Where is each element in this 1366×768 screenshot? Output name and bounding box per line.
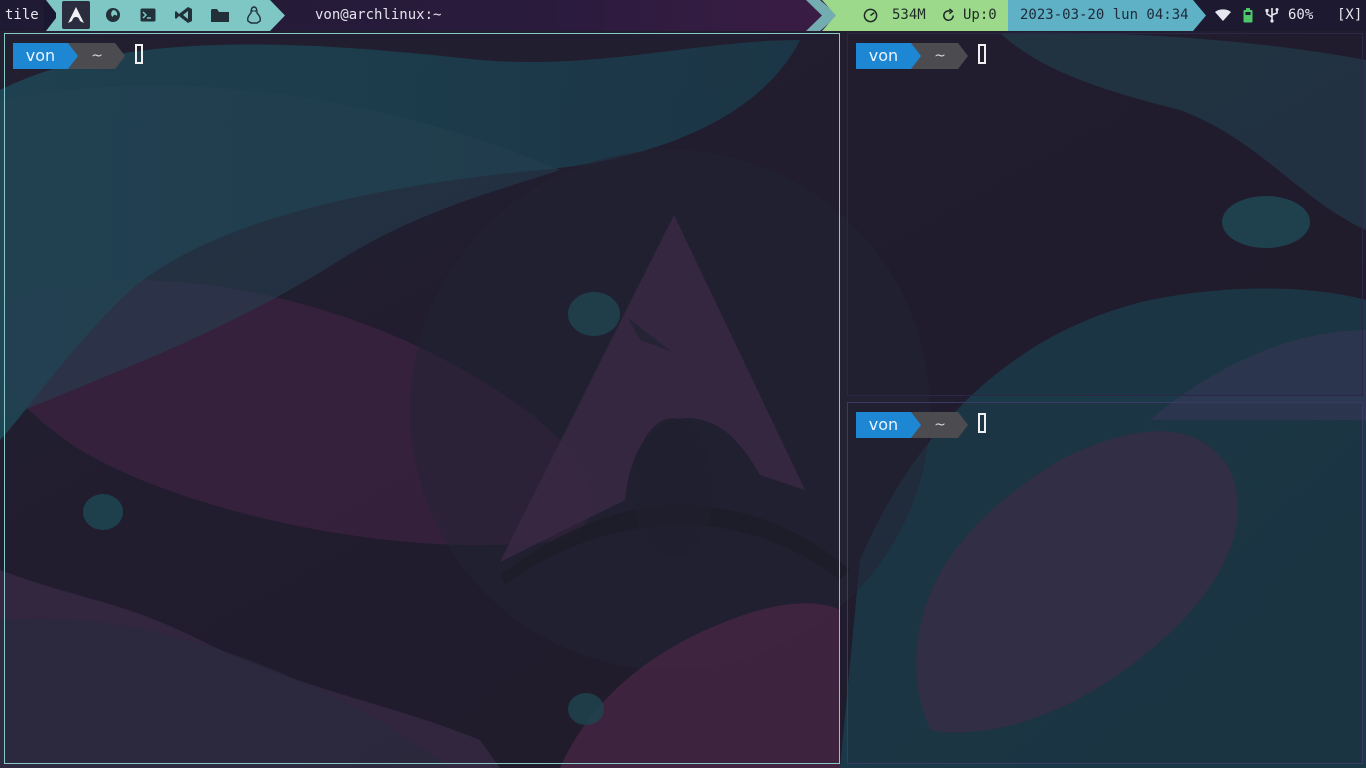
powerline-arrow-icon: [958, 43, 968, 69]
terminal-icon: [140, 8, 156, 22]
battery-icon[interactable]: [1243, 8, 1253, 23]
top-bar: tile von@archlinux:~ 534M Up:0 2023-03-2…: [0, 0, 1366, 31]
powerline-arrow-icon: [68, 43, 79, 69]
powerline-arrow-icon: [1193, 0, 1207, 31]
workspace-3[interactable]: [134, 1, 162, 29]
memory-widget[interactable]: 534M Up:0: [838, 0, 1008, 31]
terminal-window-left[interactable]: von ~: [4, 33, 840, 764]
memory-usage: 534M: [892, 7, 926, 23]
updates-count: Up:0: [963, 7, 997, 23]
vscode-icon: [175, 7, 192, 23]
prompt-directory: ~: [79, 43, 115, 69]
workspace-5[interactable]: [206, 1, 234, 29]
powerline-arrow-icon: [911, 43, 922, 69]
workspace-list: [56, 0, 270, 31]
text-cursor: [978, 44, 986, 64]
layout-indicator[interactable]: tile: [5, 0, 39, 31]
desktop: tile von@archlinux:~ 534M Up:0 2023-03-2…: [0, 0, 1366, 768]
powerline-arrow-icon: [806, 0, 838, 31]
powerline-arrow-icon: [911, 412, 922, 438]
prompt-directory: ~: [922, 43, 958, 69]
terminal-window-bottom-right[interactable]: von ~: [847, 402, 1363, 764]
text-cursor: [978, 413, 986, 433]
battery-level: 60%: [1288, 7, 1314, 23]
datetime: 2023-03-20 lun 04:34: [1020, 7, 1189, 23]
workspace-2[interactable]: [99, 1, 127, 29]
powerline-arrow-icon: [270, 0, 285, 31]
firefox-icon: [106, 8, 120, 22]
close-button[interactable]: [X]: [1337, 0, 1362, 31]
prompt-user: von: [13, 43, 68, 69]
refresh-icon: [943, 8, 954, 21]
clock-widget[interactable]: 2023-03-20 lun 04:34: [1008, 0, 1193, 31]
prompt-directory: ~: [922, 412, 958, 438]
workspace-4[interactable]: [170, 1, 198, 29]
text-cursor: [135, 44, 143, 64]
gauge-icon: [863, 8, 878, 23]
workspace-1[interactable]: [62, 1, 90, 29]
workspace-6[interactable]: [240, 1, 268, 29]
powerline-arrow-icon: [958, 412, 968, 438]
folder-icon: [211, 8, 229, 22]
linux-tux-icon: [247, 6, 261, 24]
terminal-window-top-right[interactable]: von ~: [847, 33, 1363, 396]
wifi-icon[interactable]: [1215, 9, 1231, 22]
arch-logo-icon: [68, 7, 84, 23]
system-tray: 60% [X]: [1206, 0, 1366, 31]
prompt-user: von: [856, 412, 911, 438]
powerline-arrow-icon: [115, 43, 125, 69]
usb-icon[interactable]: [1264, 7, 1280, 23]
window-title: von@archlinux:~: [315, 7, 442, 23]
prompt-user: von: [856, 43, 911, 69]
